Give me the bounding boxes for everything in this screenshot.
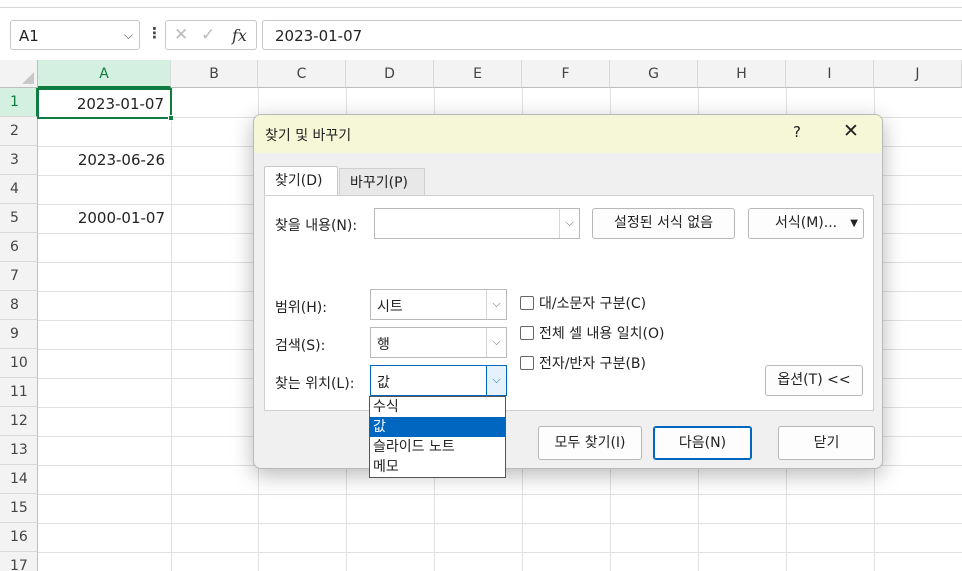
row-header-10[interactable]: 10 [0,349,38,378]
column-header-h[interactable]: H [698,60,786,88]
match-case-label: 대/소문자 구분(C) [539,296,647,312]
gridline [38,494,962,495]
chevron-down-icon[interactable]: ⌵ [486,290,506,319]
within-value: 시트 [377,299,403,315]
help-icon[interactable]: ? [793,123,801,141]
no-format-set-button[interactable]: 설정된 서식 없음 [592,208,735,239]
row-header-6[interactable]: 6 [0,233,38,262]
column-header-j[interactable]: J [874,60,962,88]
cell-a5[interactable]: 2000-01-07 [38,204,171,233]
search-label: 검색(S): [275,338,326,354]
row-header-7[interactable]: 7 [0,262,38,291]
insert-function-icon[interactable]: fx [232,26,247,45]
column-header-b[interactable]: B [171,60,258,88]
title-bar-strip [0,0,962,8]
row-header-2[interactable]: 2 [0,117,38,146]
checkbox-box[interactable] [520,296,534,310]
formula-input[interactable]: 2023-01-07 [262,20,962,50]
column-header-e[interactable]: E [434,60,522,88]
dropdown-arrow-icon[interactable]: ▼ [850,209,858,238]
within-label: 범위(H): [275,300,327,316]
match-byte-label: 전자/반자 구분(B) [539,356,646,372]
row-header-12[interactable]: 12 [0,407,38,436]
chevron-down-icon[interactable]: ⌵ [486,366,506,395]
search-value: 행 [377,337,390,353]
checkbox-box[interactable] [520,356,534,370]
match-entire-label: 전체 셀 내용 일치(O) [539,326,665,342]
column-header-c[interactable]: C [258,60,346,88]
checkbox-box[interactable] [520,326,534,340]
formula-buttons: ✕ ✓ fx [165,20,257,50]
look-in-option-comments[interactable]: 메모 [370,457,505,477]
chevron-down-icon[interactable]: ⌵ [559,209,579,238]
name-box-value: A1 [19,27,39,45]
look-in-label: 찾는 위치(L): [275,376,355,392]
look-in-value: 값 [377,375,390,391]
chevron-down-icon[interactable]: ⌵ [486,328,506,357]
cancel-icon[interactable]: ✕ [174,25,188,45]
row-header-3[interactable]: 3 [0,146,38,175]
match-byte-checkbox[interactable]: 전자/반자 구분(B) [520,353,646,373]
look-in-option-notes[interactable]: 슬라이드 노트 [370,437,505,457]
find-what-label: 찾을 내용(N): [275,218,358,234]
column-header-d[interactable]: D [346,60,434,88]
row-header-13[interactable]: 13 [0,436,38,465]
row-header-9[interactable]: 9 [0,320,38,349]
row-header-5[interactable]: 5 [0,204,38,233]
row-header-4[interactable]: 4 [0,175,38,204]
excel-window: { "formula_bar": { "name_box": "A1", "fx… [0,0,962,571]
row-header-11[interactable]: 11 [0,378,38,407]
formula-value: 2023-01-07 [275,27,363,45]
select-all-corner[interactable] [0,60,38,88]
dialog-title: 찾기 및 바꾸기 [265,128,352,144]
column-header-a[interactable]: A [38,60,171,88]
chevron-down-icon[interactable]: ⌵ [124,28,133,43]
row-header-15[interactable]: 15 [0,494,38,523]
find-what-input[interactable]: ⌵ [374,208,580,239]
column-header-i[interactable]: I [786,60,874,88]
gridline [171,88,172,571]
find-next-button[interactable]: 다음(N) [653,426,752,460]
row-header-14[interactable]: 14 [0,465,38,494]
look-in-select[interactable]: 값 ⌵ [370,365,507,396]
match-entire-checkbox[interactable]: 전체 셀 내용 일치(O) [520,323,664,343]
options-button[interactable]: 옵션(T) << [765,365,863,396]
row-header-17[interactable]: 17 [0,552,38,571]
format-button[interactable]: 서식(M)... ▼ [748,208,864,239]
look-in-dropdown: 수식 값 슬라이드 노트 메모 [369,396,506,478]
row-header-16[interactable]: 16 [0,523,38,552]
close-button[interactable]: 닫기 [778,426,875,460]
row-header-1[interactable]: 1 [0,88,38,117]
close-icon[interactable]: ✕ [843,120,859,142]
column-header-g[interactable]: G [610,60,698,88]
gridline [38,523,962,524]
format-button-label: 서식(M)... [775,215,838,231]
row-header-8[interactable]: 8 [0,291,38,320]
search-select[interactable]: 행 ⌵ [370,327,507,358]
gridline [38,552,962,553]
column-header-f[interactable]: F [522,60,610,88]
find-all-button[interactable]: 모두 찾기(I) [538,426,642,460]
find-replace-dialog: 찾기 및 바꾸기 ? ✕ 찾기(D) 바꾸기(P) 찾을 내용(N): ⌵ 설정… [253,114,883,469]
name-box[interactable]: A1 ⌵ [10,20,140,50]
more-options-icon[interactable]: ⋮ [147,24,162,42]
match-case-checkbox[interactable]: 대/소문자 구분(C) [520,293,646,313]
tab-find[interactable]: 찾기(D) [264,166,338,196]
within-select[interactable]: 시트 ⌵ [370,289,507,320]
look-in-option-formulas[interactable]: 수식 [370,397,505,417]
tab-replace[interactable]: 바꾸기(P) [339,168,425,196]
cell-a1[interactable]: 2023-01-07 [37,88,172,119]
enter-icon[interactable]: ✓ [201,25,215,45]
look-in-option-values[interactable]: 값 [370,417,505,437]
formula-bar: A1 ⌵ ⋮ ✕ ✓ fx 2023-01-07 [0,8,962,60]
cell-a3[interactable]: 2023-06-26 [38,146,171,175]
fill-handle[interactable] [168,115,174,121]
dialog-title-bar: 찾기 및 바꾸기 ? ✕ [254,115,882,153]
